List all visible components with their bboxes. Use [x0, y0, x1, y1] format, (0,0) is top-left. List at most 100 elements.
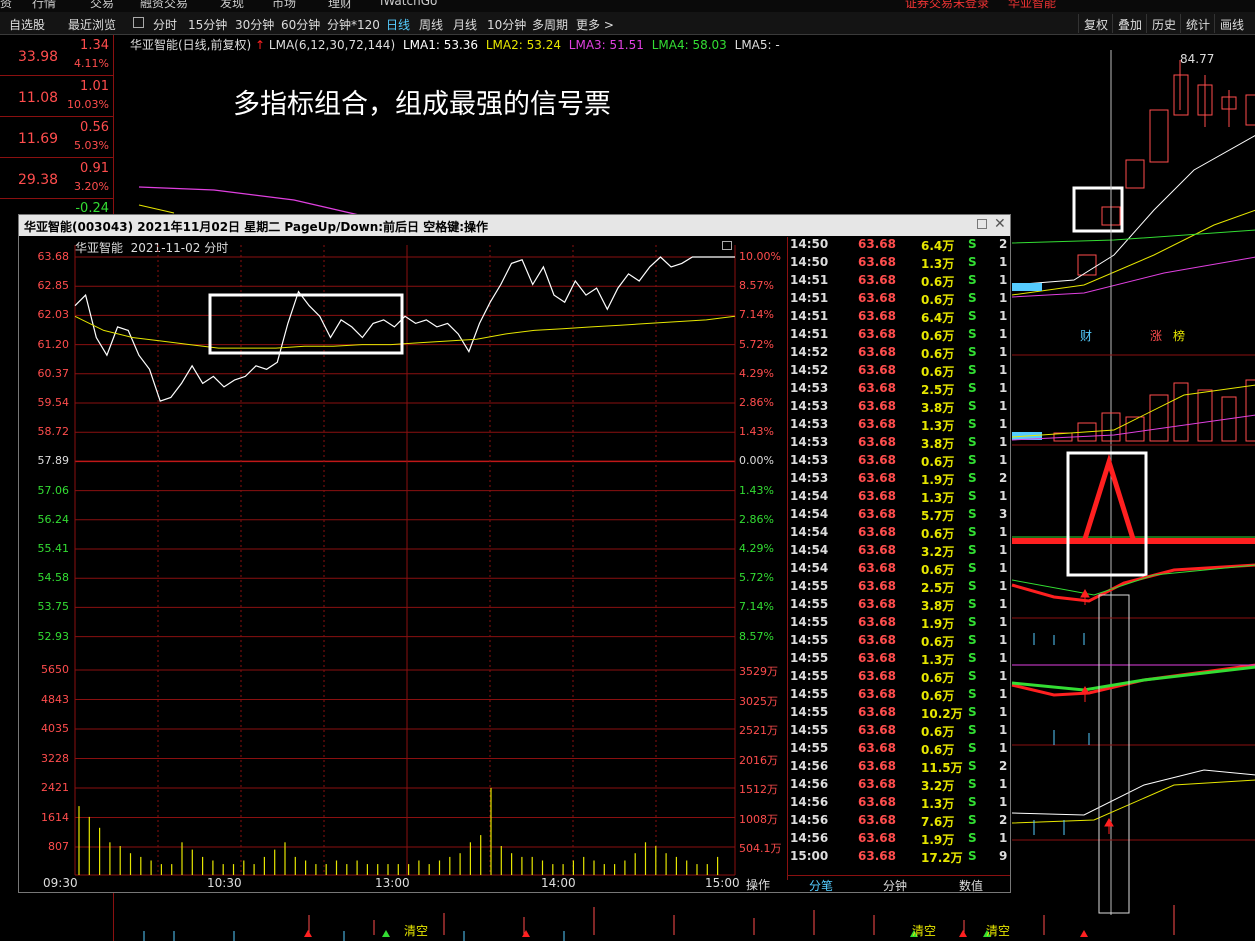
tick-price: 63.68 — [858, 525, 896, 539]
tab-more[interactable]: 更多 > — [576, 16, 614, 33]
tick-count: 1 — [999, 777, 1008, 791]
up-arrow-icon: ↑ — [255, 38, 266, 52]
vol-ma-yellow — [1011, 384, 1255, 438]
badge-limit-up[interactable]: 涨 — [1150, 327, 1162, 344]
menu-item[interactable]: 市场 — [272, 0, 296, 11]
tab-watchlist[interactable]: 自选股 — [9, 16, 45, 33]
tick-side: S — [968, 435, 977, 449]
tick-count: 2 — [999, 813, 1008, 827]
ma-line-white — [1011, 134, 1255, 286]
tick-side: S — [968, 273, 977, 287]
tick-time: 14:53 — [790, 417, 829, 431]
table-row: 14:52 63.68 0.6万 S 1 — [788, 345, 1011, 363]
tick-price: 63.68 — [858, 327, 896, 341]
list-item[interactable]: 11.08 1.01 10.03% — [0, 76, 113, 117]
list-item[interactable]: 29.38 0.91 3.20% — [0, 158, 113, 199]
pct-label: 10.00% — [739, 250, 781, 263]
tab-multi-period[interactable]: 多周期 — [532, 16, 568, 33]
tick-price: 63.68 — [858, 849, 896, 863]
price-label: 59.54 — [37, 396, 70, 409]
badge-rank[interactable]: 榜 — [1173, 327, 1185, 344]
tick-price: 63.68 — [858, 687, 896, 701]
tick-volume: 1.9万 — [921, 617, 955, 631]
menu-item[interactable]: 交易 — [90, 0, 114, 11]
tick-count: 1 — [999, 579, 1008, 593]
table-row: 14:53 63.68 3.8万 S 1 — [788, 435, 1011, 453]
tab-period[interactable]: 10分钟 — [487, 16, 526, 33]
table-row: 14:55 63.68 0.6万 S 1 — [788, 633, 1011, 651]
tick-count: 2 — [999, 471, 1008, 485]
price-label: 57.89 — [37, 454, 70, 468]
table-row: 14:56 63.68 1.3万 S 1 — [788, 795, 1011, 813]
menu-item[interactable]: 发现 — [220, 0, 244, 11]
tab-period[interactable]: 60分钟 — [281, 16, 320, 33]
button-stats[interactable]: 统计 — [1180, 14, 1215, 33]
tick-volume: 7.6万 — [921, 815, 955, 829]
tick-count: 9 — [999, 849, 1008, 863]
button-rehab[interactable]: 复权 — [1078, 14, 1113, 33]
button-history[interactable]: 历史 — [1146, 14, 1181, 33]
tab-period[interactable]: 周线 — [419, 16, 443, 33]
button-overlay[interactable]: 叠加 — [1112, 14, 1147, 33]
table-row: 14:55 63.68 3.8万 S 1 — [788, 597, 1011, 615]
menu-item[interactable]: iWatchGo — [380, 0, 437, 8]
tick-volume: 2.5万 — [921, 581, 955, 595]
tab-recent[interactable]: 最近浏览 — [68, 16, 116, 33]
table-row: 14:54 63.68 5.7万 S 3 — [788, 507, 1011, 525]
button-draw[interactable]: 画线 — [1214, 14, 1249, 33]
price-label: 52.93 — [37, 629, 70, 643]
tick-price: 63.68 — [858, 795, 896, 809]
table-row: 14:54 63.68 0.6万 S 1 — [788, 525, 1011, 543]
layout-toggle-icon[interactable] — [133, 17, 144, 28]
tick-side: S — [968, 633, 977, 647]
table-row: 14:55 63.68 0.6万 S 1 — [788, 723, 1011, 741]
tick-price: 63.68 — [858, 255, 896, 269]
tab-period[interactable]: 15分钟 — [188, 16, 227, 33]
menu-item[interactable]: 资 — [0, 0, 12, 11]
tick-volume: 3.8万 — [921, 437, 955, 451]
menu-item[interactable]: 融资交易 — [140, 0, 188, 11]
lma2: LMA2: 53.24 — [485, 38, 561, 52]
ma-line-magenta — [1011, 256, 1255, 298]
tick-volume: 11.5万 — [921, 761, 963, 775]
tick-side: S — [968, 471, 977, 485]
volume-label-right: 2016万 — [739, 753, 778, 767]
pct-label: 4.29% — [739, 366, 774, 380]
tick-volume: 0.6万 — [921, 365, 955, 379]
tab-period[interactable]: 分时 — [153, 16, 177, 33]
list-item[interactable]: 33.98 1.34 4.11% — [0, 35, 113, 76]
price-label: 58.72 — [37, 425, 70, 439]
time-label: 13:00 — [375, 876, 410, 890]
volume-label-right: 2521万 — [739, 724, 778, 737]
volume-marker — [1012, 283, 1042, 291]
table-row: 14:55 63.68 0.6万 S 1 — [788, 687, 1011, 705]
menu-item[interactable]: 行情 — [32, 0, 56, 11]
volume-label: 2421 — [41, 781, 69, 794]
tick-price: 63.68 — [858, 237, 896, 251]
tick-volume: 1.3万 — [921, 797, 955, 811]
tab-daily[interactable]: 日线 — [386, 16, 410, 33]
tick-side: S — [968, 687, 977, 701]
list-item[interactable]: 11.69 0.56 5.03% — [0, 117, 113, 158]
time-label: 14:00 — [541, 876, 576, 890]
table-row: 14:55 63.68 1.9万 S 1 — [788, 615, 1011, 633]
login-status[interactable]: 证券交易未登录 — [905, 0, 989, 11]
tab-period[interactable]: 30分钟 — [235, 16, 274, 33]
table-row: 14:50 63.68 6.4万 S 2 — [788, 237, 1011, 255]
tick-price: 63.68 — [858, 633, 896, 647]
intraday-popup[interactable]: 华亚智能(003043) 2021年11月02日 星期二 PageUp/Down… — [18, 214, 1011, 893]
operate-button[interactable]: 操作 — [746, 876, 770, 893]
table-row: 14:51 63.68 0.6万 S 1 — [788, 327, 1011, 345]
up-arrow-icon — [1080, 930, 1088, 937]
tab-period[interactable]: 分钟*120 — [327, 16, 380, 33]
menu-item[interactable]: 理财 — [328, 0, 352, 11]
tab-period[interactable]: 月线 — [453, 16, 477, 33]
tab-minutes[interactable]: 分钟 — [883, 877, 907, 894]
tab-values[interactable]: 数值 — [959, 877, 983, 894]
badge-finance[interactable]: 财 — [1080, 327, 1092, 344]
chart-title: 华亚智能(日线,前复权) — [130, 38, 252, 52]
pct-label: 7.14% — [739, 308, 774, 322]
price-label: 53.75 — [37, 600, 70, 614]
tab-ticks[interactable]: 分笔 — [809, 877, 833, 894]
marker-clear: 清空 — [986, 924, 1011, 938]
